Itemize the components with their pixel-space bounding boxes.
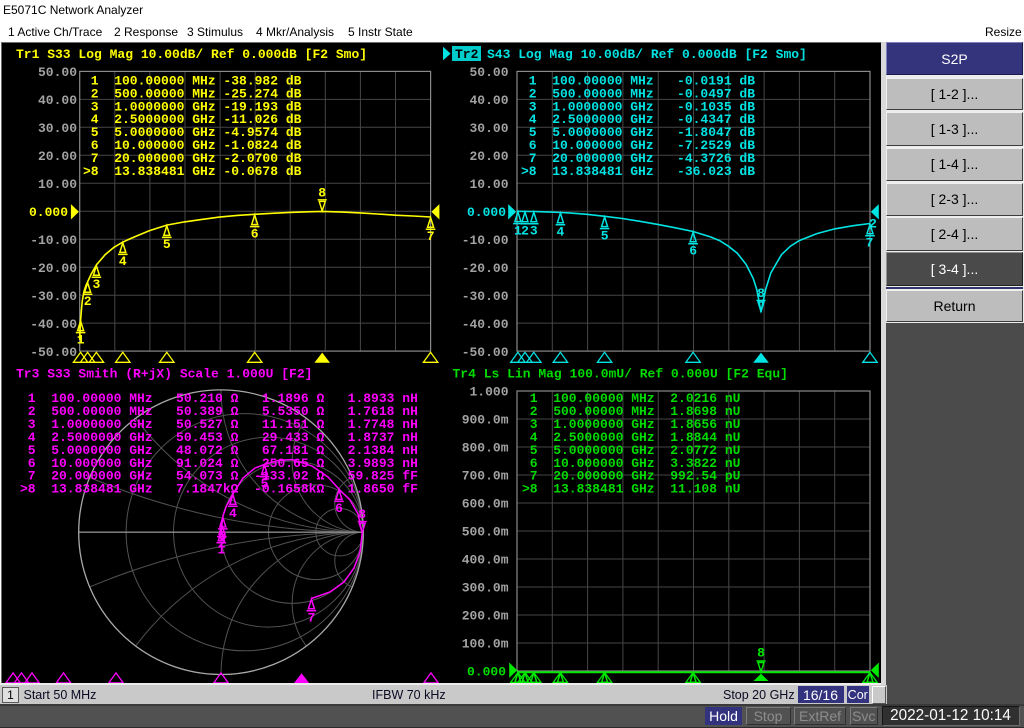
svg-text:3: 3 <box>530 224 538 239</box>
svg-text:>8 13.838481 GHz -0.0678 dB: >8 13.838481 GHz -0.0678 dB <box>83 164 302 179</box>
svg-text:-50.00: -50.00 <box>462 345 509 360</box>
svg-text:-10.00: -10.00 <box>30 233 77 248</box>
svg-text:-40.00: -40.00 <box>462 317 509 332</box>
svg-text:>8 13.838481 GHz 11.108 nU: >8 13.838481 GHz 11.108 nU <box>522 482 740 497</box>
svg-text:Tr1 S33 Log Mag 10.00dB/ Ref 0: Tr1 S33 Log Mag 10.00dB/ Ref 0.000dB [F2… <box>16 47 367 62</box>
svg-text:-40.00: -40.00 <box>30 317 77 332</box>
svg-text:600.0m: 600.0m <box>462 497 509 512</box>
svg-text:4: 4 <box>229 506 237 521</box>
svg-text:30.00: 30.00 <box>38 121 77 136</box>
svg-text:-20.00: -20.00 <box>30 261 77 276</box>
svg-text:10.00: 10.00 <box>38 177 77 192</box>
svg-text:3: 3 <box>219 529 227 544</box>
svg-text:4: 4 <box>556 225 564 240</box>
svg-text:-50.00: -50.00 <box>30 345 77 360</box>
svg-text:200.0m: 200.0m <box>462 609 509 624</box>
svg-text:>8 13.838481 GHz -36.023 dB: >8 13.838481 GHz -36.023 dB <box>521 164 755 179</box>
svg-text:10.00: 10.00 <box>469 177 508 192</box>
svg-text:2: 2 <box>869 217 877 232</box>
svg-text:8: 8 <box>358 507 366 522</box>
svg-text:1: 1 <box>77 332 85 347</box>
svg-text:5: 5 <box>601 228 609 243</box>
svg-text:300.0m: 300.0m <box>462 581 509 596</box>
svg-text:2: 2 <box>521 223 529 238</box>
svg-text:800.0m: 800.0m <box>462 441 509 456</box>
svg-text:-30.00: -30.00 <box>462 289 509 304</box>
svg-text:500.0m: 500.0m <box>462 525 509 540</box>
svg-text:20.00: 20.00 <box>38 149 77 164</box>
svg-text:5: 5 <box>163 237 171 252</box>
svg-text:0.000: 0.000 <box>29 205 68 220</box>
svg-text:8: 8 <box>757 646 765 661</box>
svg-text:3: 3 <box>92 277 100 292</box>
svg-text:Tr2: Tr2 <box>455 47 479 62</box>
svg-text:40.00: 40.00 <box>38 93 77 108</box>
svg-text:1.000: 1.000 <box>469 385 508 400</box>
svg-text:40.00: 40.00 <box>469 93 508 108</box>
svg-text:-10.00: -10.00 <box>462 233 509 248</box>
svg-text:-20.00: -20.00 <box>462 261 509 276</box>
svg-text:7: 7 <box>307 611 315 626</box>
svg-text:30.00: 30.00 <box>469 121 508 136</box>
svg-text:400.0m: 400.0m <box>462 553 509 568</box>
svg-text:900.0m: 900.0m <box>462 413 509 428</box>
svg-text:6: 6 <box>251 226 259 241</box>
svg-text:0.000: 0.000 <box>467 665 506 680</box>
svg-text:Tr3 S33 Smith (R+jX) Scale 1.0: Tr3 S33 Smith (R+jX) Scale 1.000U [F2] <box>16 367 312 382</box>
svg-text:>8 13.838481 GHz 7.1847kΩ: >8 13.838481 GHz 7.1847kΩ -0.1658kΩ 1.86… <box>20 482 418 497</box>
svg-text:6: 6 <box>689 244 697 259</box>
svg-text:2: 2 <box>84 294 92 309</box>
svg-text:7: 7 <box>866 236 874 251</box>
svg-text:100.0m: 100.0m <box>462 637 509 652</box>
svg-text:6: 6 <box>335 501 343 516</box>
svg-text:4: 4 <box>119 254 127 269</box>
svg-text:700.0m: 700.0m <box>462 469 509 484</box>
svg-text:8: 8 <box>318 185 326 200</box>
svg-text:20.00: 20.00 <box>469 149 508 164</box>
svg-text:S43 Log Mag 10.00dB/ Ref 0.000: S43 Log Mag 10.00dB/ Ref 0.000dB [F2 Smo… <box>487 47 807 62</box>
svg-text:50.00: 50.00 <box>38 65 77 80</box>
svg-text:7: 7 <box>427 229 435 244</box>
svg-text:Tr4 Ls Lin Mag 100.0mU/ Ref 0.: Tr4 Ls Lin Mag 100.0mU/ Ref 0.000U [F2 E… <box>453 367 788 382</box>
svg-text:50.00: 50.00 <box>469 65 508 80</box>
svg-text:0.000: 0.000 <box>467 205 506 220</box>
svg-text:8: 8 <box>757 286 765 301</box>
svg-text:-30.00: -30.00 <box>30 289 77 304</box>
